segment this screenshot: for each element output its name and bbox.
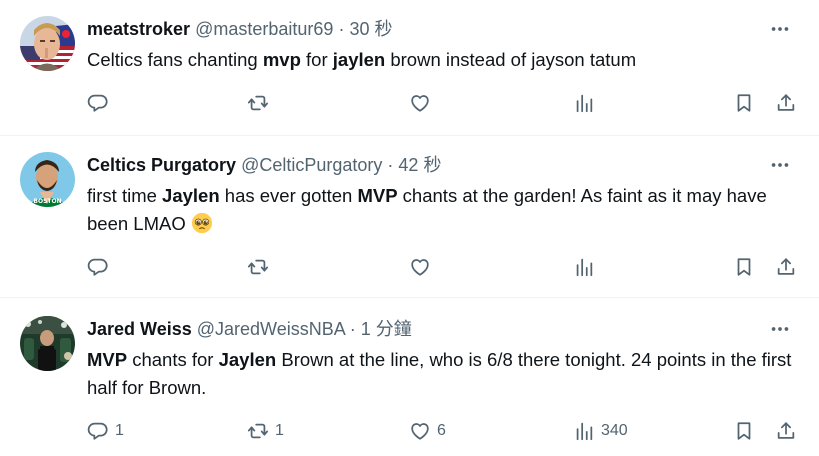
bookmark-button[interactable] (733, 252, 755, 282)
tweet[interactable]: meatstroker @masterbaitur69 · 30 秒 Celti… (0, 0, 819, 136)
tweet-feed: meatstroker @masterbaitur69 · 30 秒 Celti… (0, 0, 819, 456)
timestamp[interactable]: 1 分鐘 (361, 319, 412, 339)
views-icon (576, 422, 593, 441)
like-button[interactable]: 6 (409, 416, 446, 446)
separator: · (349, 319, 356, 339)
like-icon (411, 259, 429, 276)
views-button[interactable] (573, 88, 601, 118)
more-icon[interactable] (765, 16, 795, 42)
bookmark-button[interactable] (733, 88, 755, 118)
user-handle[interactable]: @JaredWeissNBA (197, 319, 345, 339)
bookmark-button[interactable] (733, 416, 755, 446)
avatar[interactable] (20, 16, 75, 71)
display-name[interactable]: meatstroker (87, 19, 190, 39)
share-button[interactable] (775, 416, 797, 446)
tweet-header: Jared Weiss @JaredWeissNBA · 1 分鐘 (87, 316, 801, 342)
tweet-content: Jared Weiss @JaredWeissNBA · 1 分鐘 MVP ch… (87, 316, 801, 402)
share-button[interactable] (775, 88, 797, 118)
views-icon (576, 258, 593, 277)
reply-icon (87, 258, 108, 276)
retweet-button[interactable] (247, 252, 275, 282)
share-button[interactable] (775, 252, 797, 282)
tweet-actions (87, 252, 799, 282)
view-count: 340 (601, 422, 628, 439)
share-icon (777, 258, 795, 275)
reply-count: 1 (115, 422, 124, 439)
reply-icon (87, 422, 108, 440)
timestamp[interactable]: 30 秒 (349, 19, 392, 39)
tweet-header: meatstroker @masterbaitur69 · 30 秒 (87, 16, 801, 42)
like-count: 6 (437, 422, 446, 439)
retweet-count: 1 (275, 422, 284, 439)
tweet-actions: 1 1 6 340 (87, 416, 799, 446)
avatar[interactable]: BOSTON (20, 152, 75, 207)
share-icon (777, 94, 795, 111)
bookmark-icon (737, 422, 751, 440)
views-button[interactable] (573, 252, 601, 282)
retweet-icon (247, 95, 269, 111)
retweet-button[interactable] (247, 88, 275, 118)
tweet-content: meatstroker @masterbaitur69 · 30 秒 Celti… (87, 16, 801, 74)
tweet-actions (87, 88, 799, 118)
like-icon (411, 95, 429, 112)
tweet-header: Celtics Purgatory @CelticPurgatory · 42 … (87, 152, 801, 178)
more-icon[interactable] (765, 152, 795, 178)
bookmark-icon (737, 258, 751, 276)
tweet-text: MVP chants for Jaylen Brown at the line,… (87, 349, 792, 398)
separator: · (387, 155, 394, 175)
pleading-face-emoji (191, 212, 212, 234)
user-handle[interactable]: @CelticPurgatory (241, 155, 382, 175)
display-name[interactable]: Jared Weiss (87, 319, 192, 339)
reply-button[interactable] (87, 252, 115, 282)
reply-button[interactable]: 1 (87, 416, 124, 446)
display-name[interactable]: Celtics Purgatory (87, 155, 236, 175)
like-button[interactable] (409, 88, 437, 118)
separator: · (338, 19, 345, 39)
views-button[interactable]: 340 (573, 416, 628, 446)
like-button[interactable] (409, 252, 437, 282)
more-icon[interactable] (765, 316, 795, 342)
tweet-text: first time Jaylen has ever gotten MVP ch… (87, 185, 767, 234)
avatar[interactable] (20, 316, 75, 371)
timestamp[interactable]: 42 秒 (398, 155, 441, 175)
retweet-icon (247, 259, 269, 275)
tweet-content: Celtics Purgatory @CelticPurgatory · 42 … (87, 152, 801, 238)
like-icon (411, 423, 429, 440)
svg-text:BOSTON: BOSTON (33, 198, 61, 205)
bookmark-icon (737, 94, 751, 112)
reply-button[interactable] (87, 88, 115, 118)
reply-icon (87, 94, 108, 112)
share-icon (777, 422, 795, 439)
user-handle[interactable]: @masterbaitur69 (195, 19, 333, 39)
views-icon (576, 94, 593, 113)
retweet-icon (247, 423, 269, 439)
retweet-button[interactable]: 1 (247, 416, 284, 446)
tweet-text: Celtics fans chanting mvp for jaylen bro… (87, 49, 637, 70)
